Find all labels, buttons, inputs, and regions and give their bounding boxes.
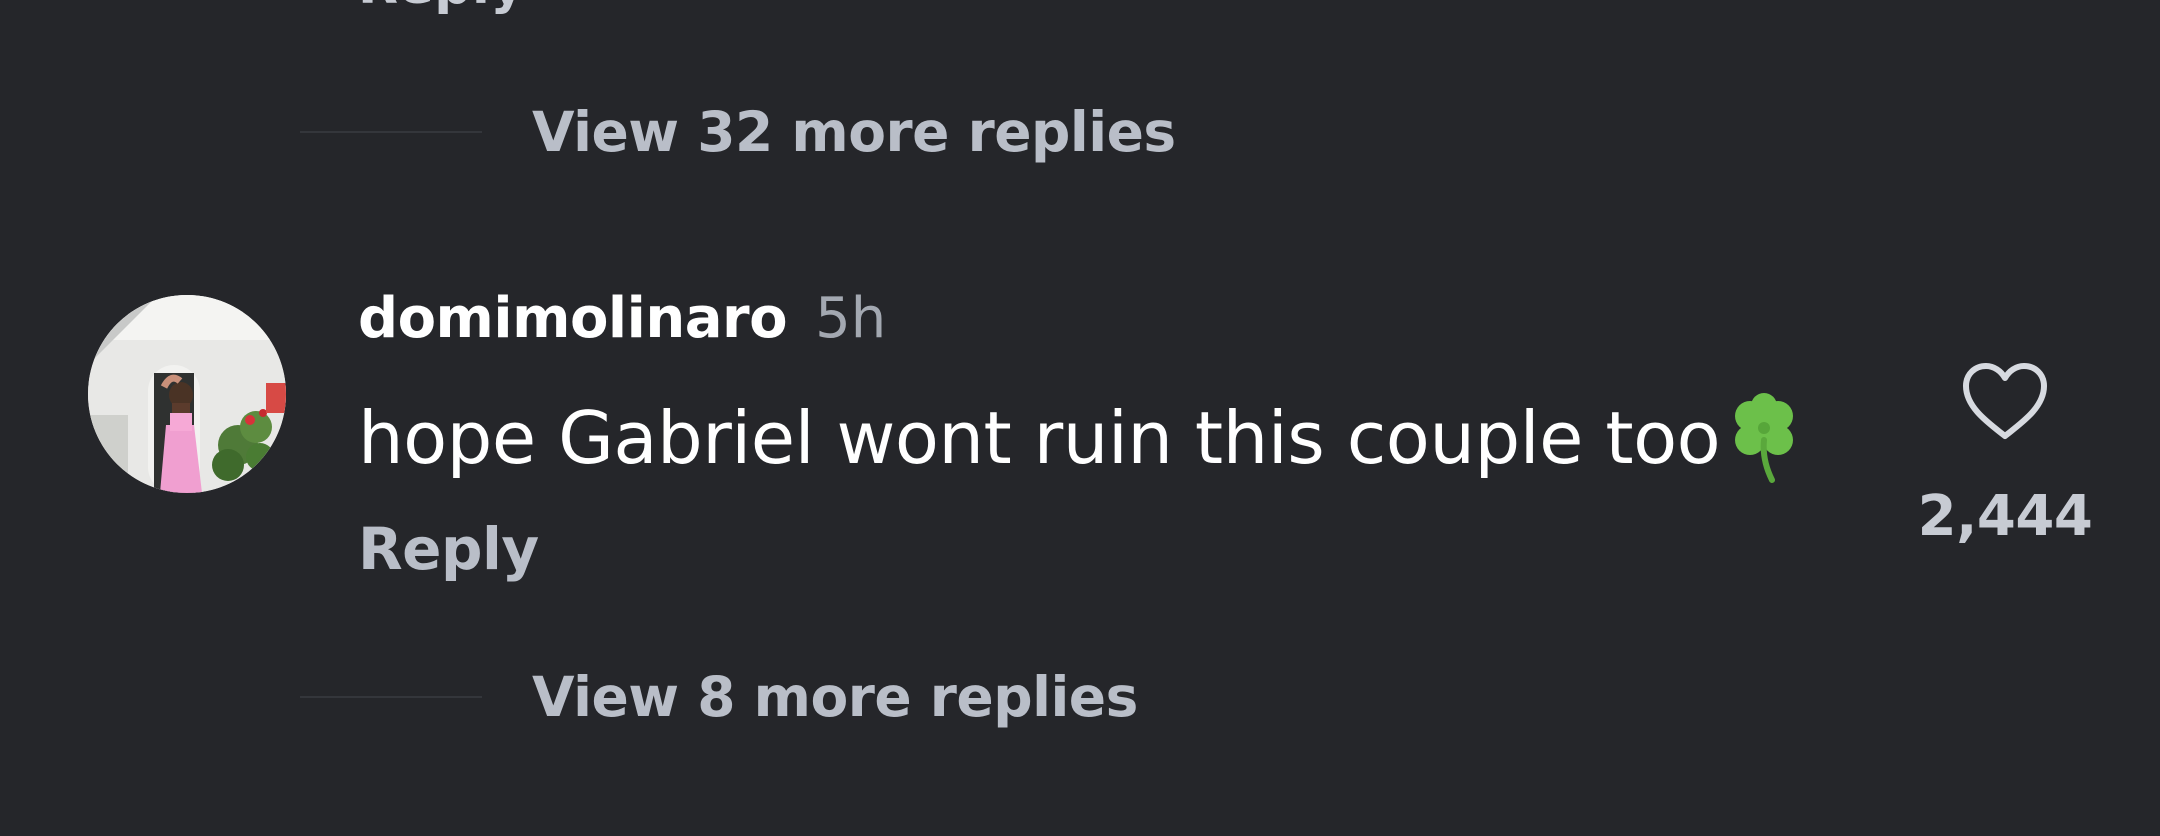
avatar-photo: [88, 295, 286, 493]
view-more-replies-button[interactable]: View 32 more replies: [300, 100, 1176, 164]
previous-reply-button[interactable]: Reply: [358, 0, 525, 12]
comment-header: domimolinaro 5h: [358, 286, 886, 351]
timestamp: 5h: [815, 286, 887, 351]
view-more-replies-button[interactable]: View 8 more replies: [300, 665, 1138, 729]
comments-screen: Reply View 32 more replies: [0, 0, 2160, 836]
avatar[interactable]: [88, 295, 286, 493]
view-more-replies-label: View 8 more replies: [532, 665, 1138, 729]
thread-line: [300, 696, 482, 698]
comment-body: hope Gabriel wont ruin this couple too: [358, 392, 1804, 484]
like-area: 2,444: [1915, 360, 2095, 549]
view-more-replies-label: View 32 more replies: [532, 100, 1176, 164]
heart-outline-icon[interactable]: [1960, 360, 2050, 442]
thread-line: [300, 131, 482, 133]
comment-text: hope Gabriel wont ruin this couple too: [358, 396, 1721, 480]
like-count: 2,444: [1917, 484, 2093, 549]
reply-button[interactable]: Reply: [358, 515, 539, 583]
username-link[interactable]: domimolinaro: [358, 286, 788, 351]
four-leaf-clover-icon: [1735, 393, 1794, 483]
